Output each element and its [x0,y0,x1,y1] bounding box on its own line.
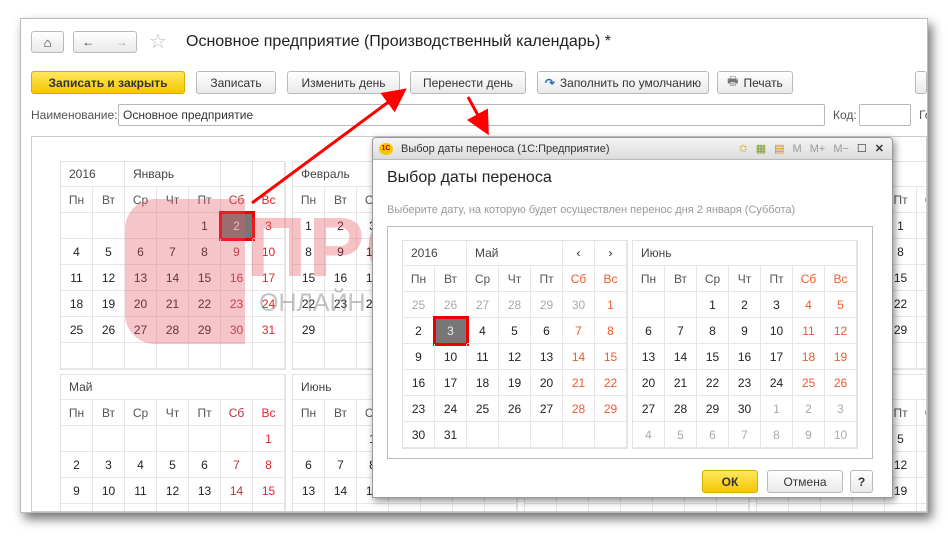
annotation-arrows [251,88,489,205]
arrow-to-dialog [466,96,489,136]
arrow-from-selected-day [251,88,407,205]
